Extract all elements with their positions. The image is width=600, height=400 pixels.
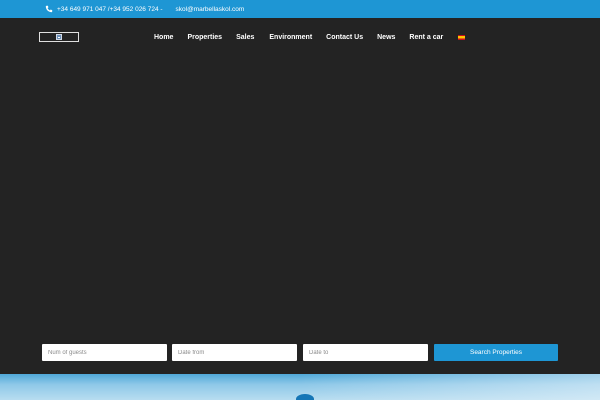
phone-icon [45, 5, 53, 13]
date-to-input[interactable] [303, 344, 428, 361]
guests-input[interactable] [42, 344, 167, 361]
logo-image-icon [56, 34, 62, 40]
nav-item-contact-us[interactable]: Contact Us [326, 34, 363, 41]
nav-item-properties[interactable]: Properties [187, 34, 222, 41]
nav-item-rent-a-car[interactable]: Rent a car [409, 34, 443, 41]
hero-sail-shape [296, 394, 314, 400]
top-contact-bar: +34 649 971 047 /+34 952 026 724 - skol@… [0, 0, 600, 18]
date-from-input[interactable] [172, 344, 297, 361]
nav-item-home[interactable]: Home [154, 34, 173, 41]
nav-item-sales[interactable]: Sales [236, 34, 254, 41]
site-logo[interactable] [39, 32, 79, 42]
search-properties-button[interactable]: Search Properties [434, 344, 558, 361]
hero-sky [300, 374, 600, 400]
hero-image [0, 374, 600, 400]
email-link[interactable]: skol@marbellaskol.com [176, 6, 245, 13]
nav-item-news[interactable]: News [377, 34, 395, 41]
phone-numbers: +34 649 971 047 /+34 952 026 724 - [57, 5, 163, 13]
spanish-flag-icon[interactable] [458, 34, 466, 40]
nav-item-environment[interactable]: Environment [269, 34, 312, 41]
contact-info: +34 649 971 047 /+34 952 026 724 - skol@… [45, 0, 244, 18]
main-navigation: Home Properties Sales Environment Contac… [154, 32, 466, 42]
